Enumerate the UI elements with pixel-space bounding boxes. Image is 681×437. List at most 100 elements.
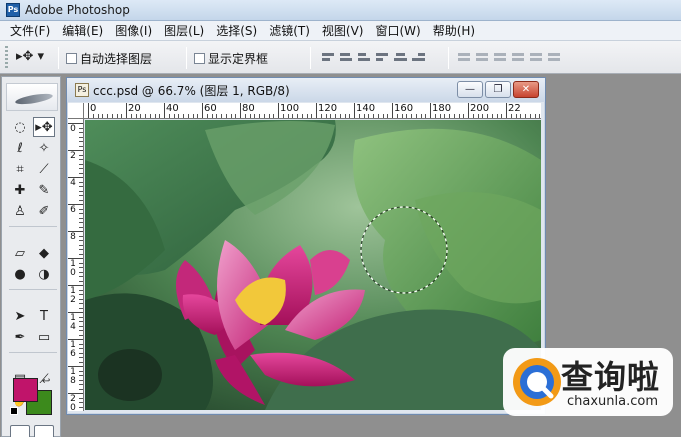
auto-select-layer-checkbox[interactable]: 自动选择图层	[66, 50, 152, 67]
show-bounding-box-checkbox[interactable]: 显示定界框	[194, 50, 268, 67]
swap-colors-icon[interactable]: ↩	[42, 376, 50, 387]
ruler-minor-tick	[453, 114, 455, 118]
pen-icon[interactable]: ✒	[9, 327, 31, 347]
ruler-minor-tick	[192, 114, 194, 118]
options-bar: ▸✥ ▾ 自动选择图层 显示定界框	[0, 41, 681, 74]
distribute-top-icon[interactable]	[458, 50, 472, 64]
checkbox-box[interactable]	[66, 53, 77, 64]
ruler-minor-tick	[79, 325, 83, 327]
menu-filter[interactable]: 滤镜(T)	[263, 21, 316, 41]
ruler-minor-tick	[79, 244, 83, 246]
ruler-minor-tick	[79, 276, 83, 277]
ruler-minor-tick	[259, 114, 260, 118]
photoshop-feather-logo[interactable]	[6, 83, 58, 111]
ruler-minor-tick	[79, 127, 83, 129]
ruler-minor-tick	[159, 114, 161, 118]
image-canvas[interactable]	[85, 120, 541, 410]
ruler-minor-tick	[306, 114, 308, 118]
ruler-minor-tick	[225, 114, 227, 118]
ruler-minor-tick	[349, 114, 351, 118]
options-bar-grip[interactable]	[5, 46, 8, 70]
minimize-button[interactable]: —	[457, 81, 483, 98]
ruler-minor-tick	[79, 298, 83, 300]
ruler-minor-tick	[363, 114, 365, 118]
ruler-minor-tick	[230, 114, 232, 118]
align-right-icon[interactable]	[412, 50, 426, 64]
ruler-origin[interactable]	[68, 103, 84, 119]
eraser-icon[interactable]: ▱	[9, 243, 31, 263]
ruler-minor-tick	[382, 114, 384, 118]
ruler-minor-tick	[111, 114, 113, 118]
standard-mode-icon[interactable]	[10, 425, 30, 437]
ruler-minor-tick	[79, 213, 83, 214]
align-top-icon[interactable]	[322, 50, 336, 64]
distribute-bottom-icon[interactable]	[494, 50, 508, 64]
foreground-color-swatch[interactable]	[13, 378, 38, 402]
ruler-minor-tick	[79, 334, 83, 336]
close-button[interactable]: ✕	[513, 81, 539, 98]
restore-button[interactable]: ❐	[485, 81, 511, 98]
menu-window[interactable]: 窗口(W)	[369, 21, 426, 41]
blur-icon[interactable]: ●	[9, 264, 31, 284]
ruler-minor-tick	[425, 114, 427, 118]
ruler-minor-tick	[168, 114, 170, 118]
menu-edit[interactable]: 编辑(E)	[56, 21, 109, 41]
distribute-left-icon[interactable]	[512, 50, 526, 64]
align-left-icon[interactable]	[376, 50, 390, 64]
ruler-minor-tick	[173, 114, 175, 118]
heal-icon[interactable]: ✚	[9, 180, 31, 200]
ruler-minor-tick	[79, 294, 83, 295]
document-title-bar[interactable]: Ps ccc.psd @ 66.7% (图层 1, RGB/8) — ❐ ✕	[67, 78, 545, 102]
brush-icon[interactable]: ✎	[33, 180, 55, 200]
ruler-label: 100	[280, 103, 300, 114]
horizontal-ruler[interactable]: 0204060801001201401601802002224	[84, 103, 541, 119]
document-window: Ps ccc.psd @ 66.7% (图层 1, RGB/8) — ❐ ✕ 0…	[66, 77, 546, 415]
ruler-minor-tick	[79, 357, 83, 358]
move-icon[interactable]: ▸✥	[33, 117, 55, 137]
menu-image[interactable]: 图像(I)	[109, 21, 158, 41]
align-hcenter-icon[interactable]	[394, 50, 408, 64]
path-select-icon[interactable]: ➤	[9, 306, 31, 326]
distribute-hcenter-icon[interactable]	[530, 50, 544, 64]
slice-icon[interactable]: ⟋	[33, 159, 55, 179]
ruler-minor-tick	[268, 114, 270, 118]
shape-icon[interactable]: ▭	[33, 327, 55, 347]
vertical-ruler[interactable]: 0 2 4 6 8 10 12 14 16 18 20	[68, 119, 84, 411]
quickmask-mode-icon[interactable]	[34, 425, 54, 437]
marquee-icon[interactable]: ◌	[9, 117, 31, 137]
ruler-minor-tick	[79, 199, 83, 201]
distribute-vcenter-icon[interactable]	[476, 50, 490, 64]
app-title-bar: Ps Adobe Photoshop	[0, 0, 681, 21]
history-brush-icon[interactable]: ✐	[33, 201, 55, 221]
distribute-right-icon[interactable]	[548, 50, 562, 64]
align-vcenter-icon[interactable]	[340, 50, 354, 64]
menu-file[interactable]: 文件(F)	[4, 21, 56, 41]
ruler-minor-tick	[79, 316, 83, 318]
options-separator	[58, 47, 59, 69]
tool-group-separator	[9, 289, 57, 295]
menu-view[interactable]: 视图(V)	[316, 21, 370, 41]
magic-wand-icon[interactable]: ✧	[33, 138, 55, 158]
ruler-minor-tick	[79, 402, 83, 403]
menu-help[interactable]: 帮助(H)	[427, 21, 481, 41]
ruler-label: 0	[70, 124, 76, 134]
ruler-minor-tick	[107, 114, 108, 118]
stamp-icon[interactable]: ♙	[9, 201, 31, 221]
dodge-icon[interactable]: ◑	[33, 264, 55, 284]
type-icon[interactable]: T	[33, 306, 55, 326]
ruler-minor-tick	[130, 114, 132, 118]
menu-layer[interactable]: 图层(L)	[158, 21, 210, 41]
lasso-icon[interactable]: ℓ	[9, 138, 31, 158]
align-bottom-icon[interactable]	[358, 50, 372, 64]
ruler-minor-tick	[79, 190, 83, 192]
ruler-label: 140	[356, 103, 376, 114]
ruler-minor-tick	[79, 145, 83, 147]
tool-preset-picker[interactable]: ▸✥ ▾	[16, 49, 52, 67]
crop-icon[interactable]: ⌗	[9, 159, 31, 179]
ruler-minor-tick	[79, 172, 83, 174]
default-colors-icon[interactable]	[10, 407, 18, 415]
checkbox-box[interactable]	[194, 53, 205, 64]
menu-select[interactable]: 选择(S)	[210, 21, 263, 41]
bucket-icon[interactable]: ◆	[33, 243, 55, 263]
tool-grid: ◌▸✥ℓ✧⌗⟋✚✎♙✐▱◆●◑➤T✒▭▤⟋✋⚲	[9, 117, 57, 411]
